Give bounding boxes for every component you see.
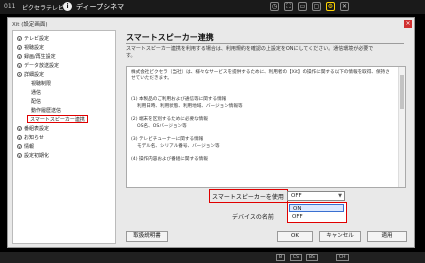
nav-item-network[interactable]: 通信 [31, 88, 41, 96]
page-description: スマートスピーカー連携を利用する場合は、利用規約を確認の上設定をONにしてくださ… [126, 46, 374, 59]
taskbar: B CS BS CH [0, 252, 425, 263]
settings-nav: ∨ テレビ設定 ∨ 視聴設定 ∨ 録画/再生設定 ∨ データ放送設定 ∧ 詳細設定 視聴制… [12, 30, 116, 244]
terms-paragraph: OS名、OSバージョン等 [137, 124, 187, 129]
scrollbar-thumb[interactable] [400, 75, 404, 109]
smart-speaker-label: スマートスピーカーを使用 [212, 194, 284, 201]
device-name-label: デバイスの名前 [232, 214, 274, 221]
dialog-title: Xit (設定画面) [12, 22, 48, 28]
expand-icon: ∨ [17, 125, 22, 131]
nav-item-info[interactable]: ∨ 情報 [17, 142, 34, 150]
fullscreen-icon[interactable]: ⛶ [284, 2, 293, 11]
program-title: ディープシネマ [76, 3, 125, 11]
nav-item-data-broadcast[interactable]: ∨ データ放送設定 [17, 61, 59, 69]
terms-paragraph: (4) 操作内容および番組に関する情報 [131, 157, 208, 162]
terms-paragraph: (3) テレビチューナーに関する情報 [131, 137, 204, 142]
ok-button[interactable]: OK [277, 231, 313, 242]
settings-icon[interactable]: ⚙ [326, 2, 335, 11]
nav-item-tv-settings[interactable]: ∨ テレビ設定 [17, 34, 49, 42]
expand-icon: ∨ [17, 134, 22, 140]
option-off[interactable]: OFF [289, 213, 344, 221]
divider [126, 43, 404, 44]
expand-icon: ∨ [17, 53, 22, 59]
terms-scrollbar[interactable] [398, 67, 405, 187]
expand-icon: ∨ [17, 143, 22, 149]
nav-item-record-settings[interactable]: ∨ 録画/再生設定 [17, 52, 56, 60]
chevron-down-icon: ▼ [338, 193, 342, 199]
nav-item-smart-speaker[interactable]: スマートスピーカー連携 [27, 115, 88, 123]
close-icon[interactable]: ✕ [340, 2, 349, 11]
clock-icon[interactable]: ◷ [270, 2, 279, 11]
dialog-close-button[interactable]: × [404, 20, 412, 28]
select-options-list: ON OFF [287, 202, 347, 223]
screen-icon[interactable]: ▭ [298, 2, 307, 11]
nav-item-viewing-settings[interactable]: ∨ 視聴設定 [17, 43, 44, 51]
manual-button[interactable]: 取扱説明書 [126, 231, 168, 242]
info-icon[interactable]: i [63, 2, 72, 11]
taskbar-item[interactable]: B [276, 254, 286, 261]
nav-item-reset[interactable]: ∨ 設定初期化 [17, 151, 49, 159]
cancel-button[interactable]: キャンセル [319, 231, 361, 242]
terms-paragraph: (2) 端末を区別するために必要な情報 [131, 117, 208, 122]
nav-item-usage-log[interactable]: 動作履歴送信 [31, 106, 61, 114]
terms-paragraph: モデル名、シリアル番号、バージョン等 [137, 144, 220, 149]
taskbar-item[interactable]: CH [336, 254, 349, 261]
expand-icon: ∨ [17, 152, 22, 158]
terms-paragraph: (1) 本製品のご利用および通信等に関する情報 [131, 97, 227, 102]
smart-speaker-select[interactable]: OFF ▼ [287, 191, 345, 201]
apply-button[interactable]: 適用 [367, 231, 407, 242]
settings-dialog: Xit (設定画面) × ∨ テレビ設定 ∨ 視聴設定 ∨ 録画/再生設定 ∨ データ放… [7, 17, 415, 248]
top-bar: 011 ピクセラテレビ i ディープシネマ ◷ ⛶ ▭ ▢ ⚙ ✕ [0, 0, 425, 14]
terms-paragraph: 利用日時、利用状態、利用地域、バージョン情報等 [137, 104, 243, 109]
page-title: スマートスピーカー連携 [126, 33, 214, 42]
nav-item-advanced[interactable]: ∧ 詳細設定 [17, 70, 44, 78]
nav-item-notices[interactable]: ∨ お知らせ [17, 133, 44, 141]
expand-icon: ∨ [17, 35, 22, 41]
taskbar-item[interactable]: CS [290, 254, 302, 261]
nav-item-parental[interactable]: 視聴制限 [31, 79, 51, 87]
collapse-icon: ∧ [17, 71, 22, 77]
nav-item-streaming[interactable]: 配信 [31, 97, 41, 105]
app-brand: ピクセラテレビ [22, 5, 65, 12]
channel-number: 011 [4, 3, 16, 10]
terms-paragraph: 株式会社ピクセラ（当社）は、様々なサービスを提供するために、利用者の【Xit】の… [131, 70, 390, 81]
expand-icon: ∨ [17, 44, 22, 50]
expand-icon: ∨ [17, 62, 22, 68]
taskbar-item[interactable]: BS [306, 254, 318, 261]
settings-content: スマートスピーカー連携 スマートスピーカー連携を利用する場合は、利用規約を確認の… [120, 30, 410, 244]
window-icon[interactable]: ▢ [312, 2, 321, 11]
option-on[interactable]: ON [289, 204, 344, 212]
terms-box[interactable]: 株式会社ピクセラ（当社）は、様々なサービスを提供するために、利用者の【Xit】の… [126, 66, 406, 188]
nav-item-epg[interactable]: ∨ 番組表設定 [17, 124, 49, 132]
